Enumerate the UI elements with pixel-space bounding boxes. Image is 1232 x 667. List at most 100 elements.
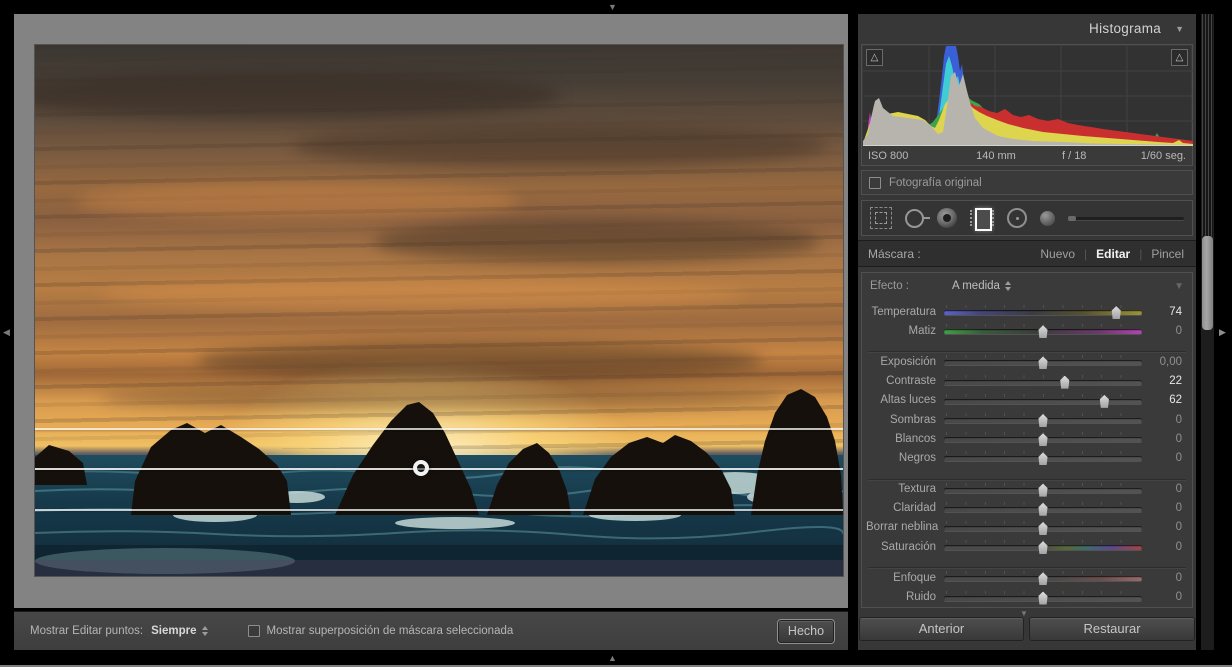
aperture-value: f / 18 bbox=[1062, 150, 1129, 162]
shadow-clipping-indicator[interactable]: △ bbox=[866, 49, 883, 66]
slider-value[interactable]: 0 bbox=[1142, 452, 1182, 464]
photo-sea-and-rocks bbox=[35, 45, 843, 576]
slider-value[interactable]: 62 bbox=[1142, 394, 1182, 406]
effect-select[interactable]: A medida bbox=[952, 280, 1000, 292]
iso-value: ISO 800 bbox=[868, 150, 976, 162]
slider-row: Borrar neblina 0 bbox=[862, 518, 1192, 537]
highlight-clipping-indicator[interactable]: △ bbox=[1171, 49, 1188, 66]
effect-select-arrows-icon[interactable] bbox=[1005, 281, 1011, 291]
photo-canvas bbox=[14, 14, 848, 608]
slider-label: Contraste bbox=[866, 375, 944, 387]
slider-track[interactable] bbox=[944, 305, 1142, 318]
slider-track[interactable] bbox=[944, 502, 1142, 515]
brush-size-slider[interactable] bbox=[1068, 217, 1184, 220]
select-arrows-icon[interactable] bbox=[202, 626, 208, 636]
scrollbar-thumb[interactable] bbox=[1202, 236, 1213, 330]
slider-list: Temperatura74Matiz0Exposición0,00Contras… bbox=[862, 299, 1192, 607]
slider-row: Saturación 0 bbox=[862, 537, 1192, 556]
effect-panel: Efecto : A medida ▼ Temperatura74Matiz0E… bbox=[861, 272, 1193, 608]
show-mask-overlay-label: Mostrar superposición de máscara selecci… bbox=[267, 625, 514, 637]
panel-footer: Anterior Restaurar bbox=[858, 617, 1196, 641]
slider-label: Altas luces bbox=[866, 394, 944, 406]
histogram-panel-header[interactable]: Histograma ▼ bbox=[858, 14, 1196, 43]
slider-label: Temperatura bbox=[866, 306, 944, 318]
slider-value[interactable]: 0 bbox=[1142, 591, 1182, 603]
show-edit-points-label: Mostrar Editar puntos: bbox=[30, 625, 143, 637]
slider-track[interactable] bbox=[944, 591, 1142, 604]
mask-edit-button[interactable]: Editar bbox=[1096, 247, 1130, 261]
slider-value[interactable]: 0 bbox=[1142, 414, 1182, 426]
photo[interactable] bbox=[35, 45, 843, 576]
slider-value[interactable]: 0 bbox=[1142, 541, 1182, 553]
mask-label: Máscara : bbox=[868, 247, 1031, 261]
slider-row: Negros0 bbox=[862, 448, 1192, 467]
histogram-panel-title: Histograma bbox=[1089, 21, 1161, 36]
slider-track[interactable] bbox=[944, 483, 1142, 496]
slider-value[interactable]: 0 bbox=[1142, 572, 1182, 584]
slider-value[interactable]: 22 bbox=[1142, 375, 1182, 387]
separator: | bbox=[1084, 247, 1087, 261]
previous-button[interactable]: Anterior bbox=[859, 617, 1024, 641]
graduated-filter-top-line[interactable] bbox=[35, 428, 843, 430]
slider-track[interactable] bbox=[944, 355, 1142, 368]
bottom-toolbar: Mostrar Editar puntos: Siempre Mostrar s… bbox=[14, 611, 848, 650]
slider-track[interactable] bbox=[944, 413, 1142, 426]
slider-value[interactable]: 74 bbox=[1142, 306, 1182, 318]
spot-removal-tool-icon[interactable] bbox=[905, 209, 924, 228]
slider-track[interactable] bbox=[944, 432, 1142, 445]
histogram-plot[interactable]: △ △ bbox=[863, 46, 1191, 146]
graduated-filter-bottom-line[interactable] bbox=[35, 509, 843, 511]
slider-row: Altas luces 62 bbox=[862, 391, 1192, 410]
slider-track[interactable] bbox=[944, 324, 1142, 337]
show-mask-overlay-checkbox[interactable] bbox=[248, 625, 260, 637]
crop-tool-icon[interactable] bbox=[870, 207, 892, 229]
slider-row: Exposición0,00 bbox=[862, 352, 1192, 371]
separator: | bbox=[1139, 247, 1142, 261]
slider-value[interactable]: 0 bbox=[1142, 521, 1182, 533]
slider-group-divider bbox=[868, 340, 1186, 352]
graduated-filter-center-line[interactable] bbox=[35, 468, 843, 470]
collapse-right-panel-icon[interactable]: ▶ bbox=[1219, 328, 1227, 337]
slider-track[interactable] bbox=[944, 540, 1142, 553]
slider-group-divider bbox=[868, 468, 1186, 480]
reset-button[interactable]: Restaurar bbox=[1029, 617, 1195, 641]
exif-info-row: ISO 800 140 mm f / 18 1/60 seg. bbox=[862, 147, 1192, 165]
slider-value[interactable]: 0 bbox=[1142, 433, 1182, 445]
slider-track[interactable] bbox=[944, 451, 1142, 464]
red-eye-tool-icon[interactable] bbox=[937, 208, 957, 228]
slider-track[interactable] bbox=[944, 571, 1142, 584]
slider-value[interactable]: 0 bbox=[1142, 325, 1182, 337]
slider-label: Claridad bbox=[866, 502, 944, 514]
slider-track[interactable] bbox=[944, 375, 1142, 388]
slider-track[interactable] bbox=[944, 521, 1142, 534]
slider-label: Sombras bbox=[866, 414, 944, 426]
original-photo-label: Fotografía original bbox=[889, 177, 982, 189]
original-photo-row: Fotografía original bbox=[861, 170, 1193, 195]
slider-value[interactable]: 0 bbox=[1142, 483, 1182, 495]
radial-filter-tool-icon[interactable] bbox=[1007, 208, 1027, 228]
mask-new-button[interactable]: Nuevo bbox=[1040, 247, 1075, 261]
slider-track[interactable] bbox=[944, 394, 1142, 407]
histogram-box: △ △ ISO 800 140 mm f / 18 1/60 seg. bbox=[861, 44, 1193, 166]
effect-collapse-icon[interactable]: ▼ bbox=[1174, 281, 1184, 292]
panel-scrollbar[interactable] bbox=[1201, 14, 1214, 650]
graduated-filter-pin[interactable] bbox=[413, 460, 429, 476]
slider-value[interactable]: 0 bbox=[1142, 502, 1182, 514]
slider-label: Borrar neblina bbox=[866, 521, 944, 533]
graduated-filter-tool-icon[interactable] bbox=[970, 206, 994, 230]
slider-label: Textura bbox=[866, 483, 944, 495]
mask-brush-button[interactable]: Pincel bbox=[1151, 247, 1184, 261]
slider-value[interactable]: 0,00 bbox=[1142, 356, 1182, 368]
original-photo-checkbox[interactable] bbox=[869, 177, 881, 189]
adjustment-brush-tool-icon[interactable] bbox=[1040, 211, 1055, 226]
slider-label: Saturación bbox=[866, 541, 944, 553]
slider-row: Enfoque0 bbox=[862, 568, 1192, 587]
mask-row: Máscara : Nuevo | Editar | Pincel bbox=[858, 240, 1196, 267]
slider-row: Blancos0 bbox=[862, 429, 1192, 448]
collapse-bottom-panel-icon[interactable]: ▲ bbox=[608, 654, 618, 663]
collapse-left-panel-icon[interactable]: ◀ bbox=[3, 328, 11, 337]
done-button[interactable]: Hecho bbox=[778, 620, 834, 643]
collapse-top-panel-icon[interactable]: ▼ bbox=[608, 3, 618, 12]
histogram-collapse-icon[interactable]: ▼ bbox=[1175, 24, 1184, 34]
show-edit-points-select[interactable]: Siempre bbox=[151, 625, 196, 637]
